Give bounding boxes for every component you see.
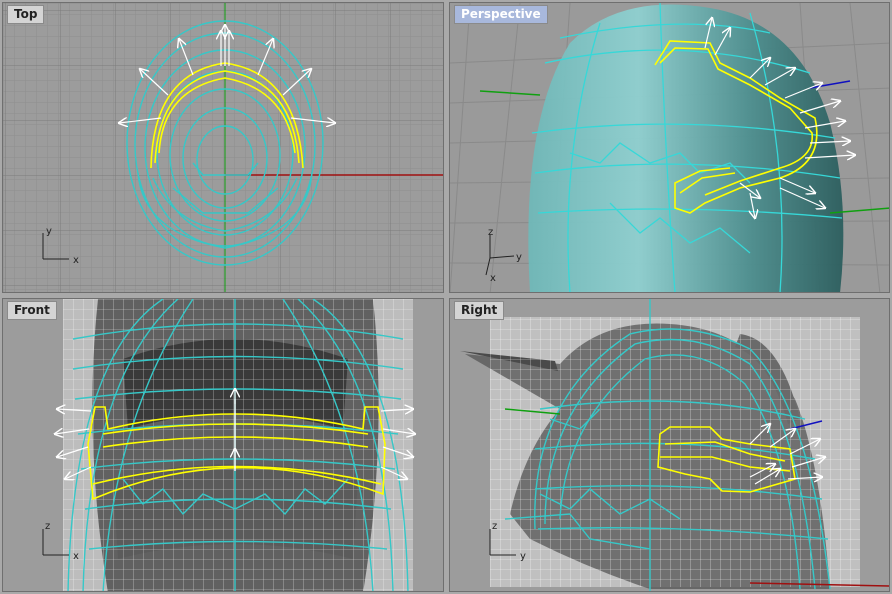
svg-text:z: z bbox=[492, 521, 497, 532]
viewport-title-right[interactable]: Right bbox=[454, 301, 505, 320]
svg-text:y: y bbox=[520, 551, 526, 562]
svg-text:y: y bbox=[516, 252, 522, 263]
front-viewport-canvas[interactable]: z x bbox=[3, 299, 444, 592]
svg-text:y: y bbox=[46, 226, 52, 237]
perspective-viewport[interactable]: Perspective z y x bbox=[449, 2, 890, 293]
svg-text:x: x bbox=[490, 273, 496, 284]
perspective-viewport-canvas[interactable]: z y x bbox=[450, 3, 890, 293]
front-viewport[interactable]: Front z x bbox=[2, 298, 444, 592]
viewport-title-front[interactable]: Front bbox=[7, 301, 57, 320]
svg-text:x: x bbox=[73, 551, 79, 562]
viewport-title-top[interactable]: Top bbox=[7, 5, 45, 24]
svg-text:z: z bbox=[45, 521, 50, 532]
right-viewport-canvas[interactable]: z y bbox=[450, 299, 890, 592]
right-viewport[interactable]: Right z y bbox=[449, 298, 890, 592]
svg-text:x: x bbox=[73, 255, 79, 266]
svg-text:z: z bbox=[488, 227, 493, 238]
top-viewport[interactable]: Top y x bbox=[2, 2, 444, 293]
viewport-title-perspective[interactable]: Perspective bbox=[454, 5, 548, 24]
top-viewport-canvas[interactable]: y x bbox=[3, 3, 444, 293]
